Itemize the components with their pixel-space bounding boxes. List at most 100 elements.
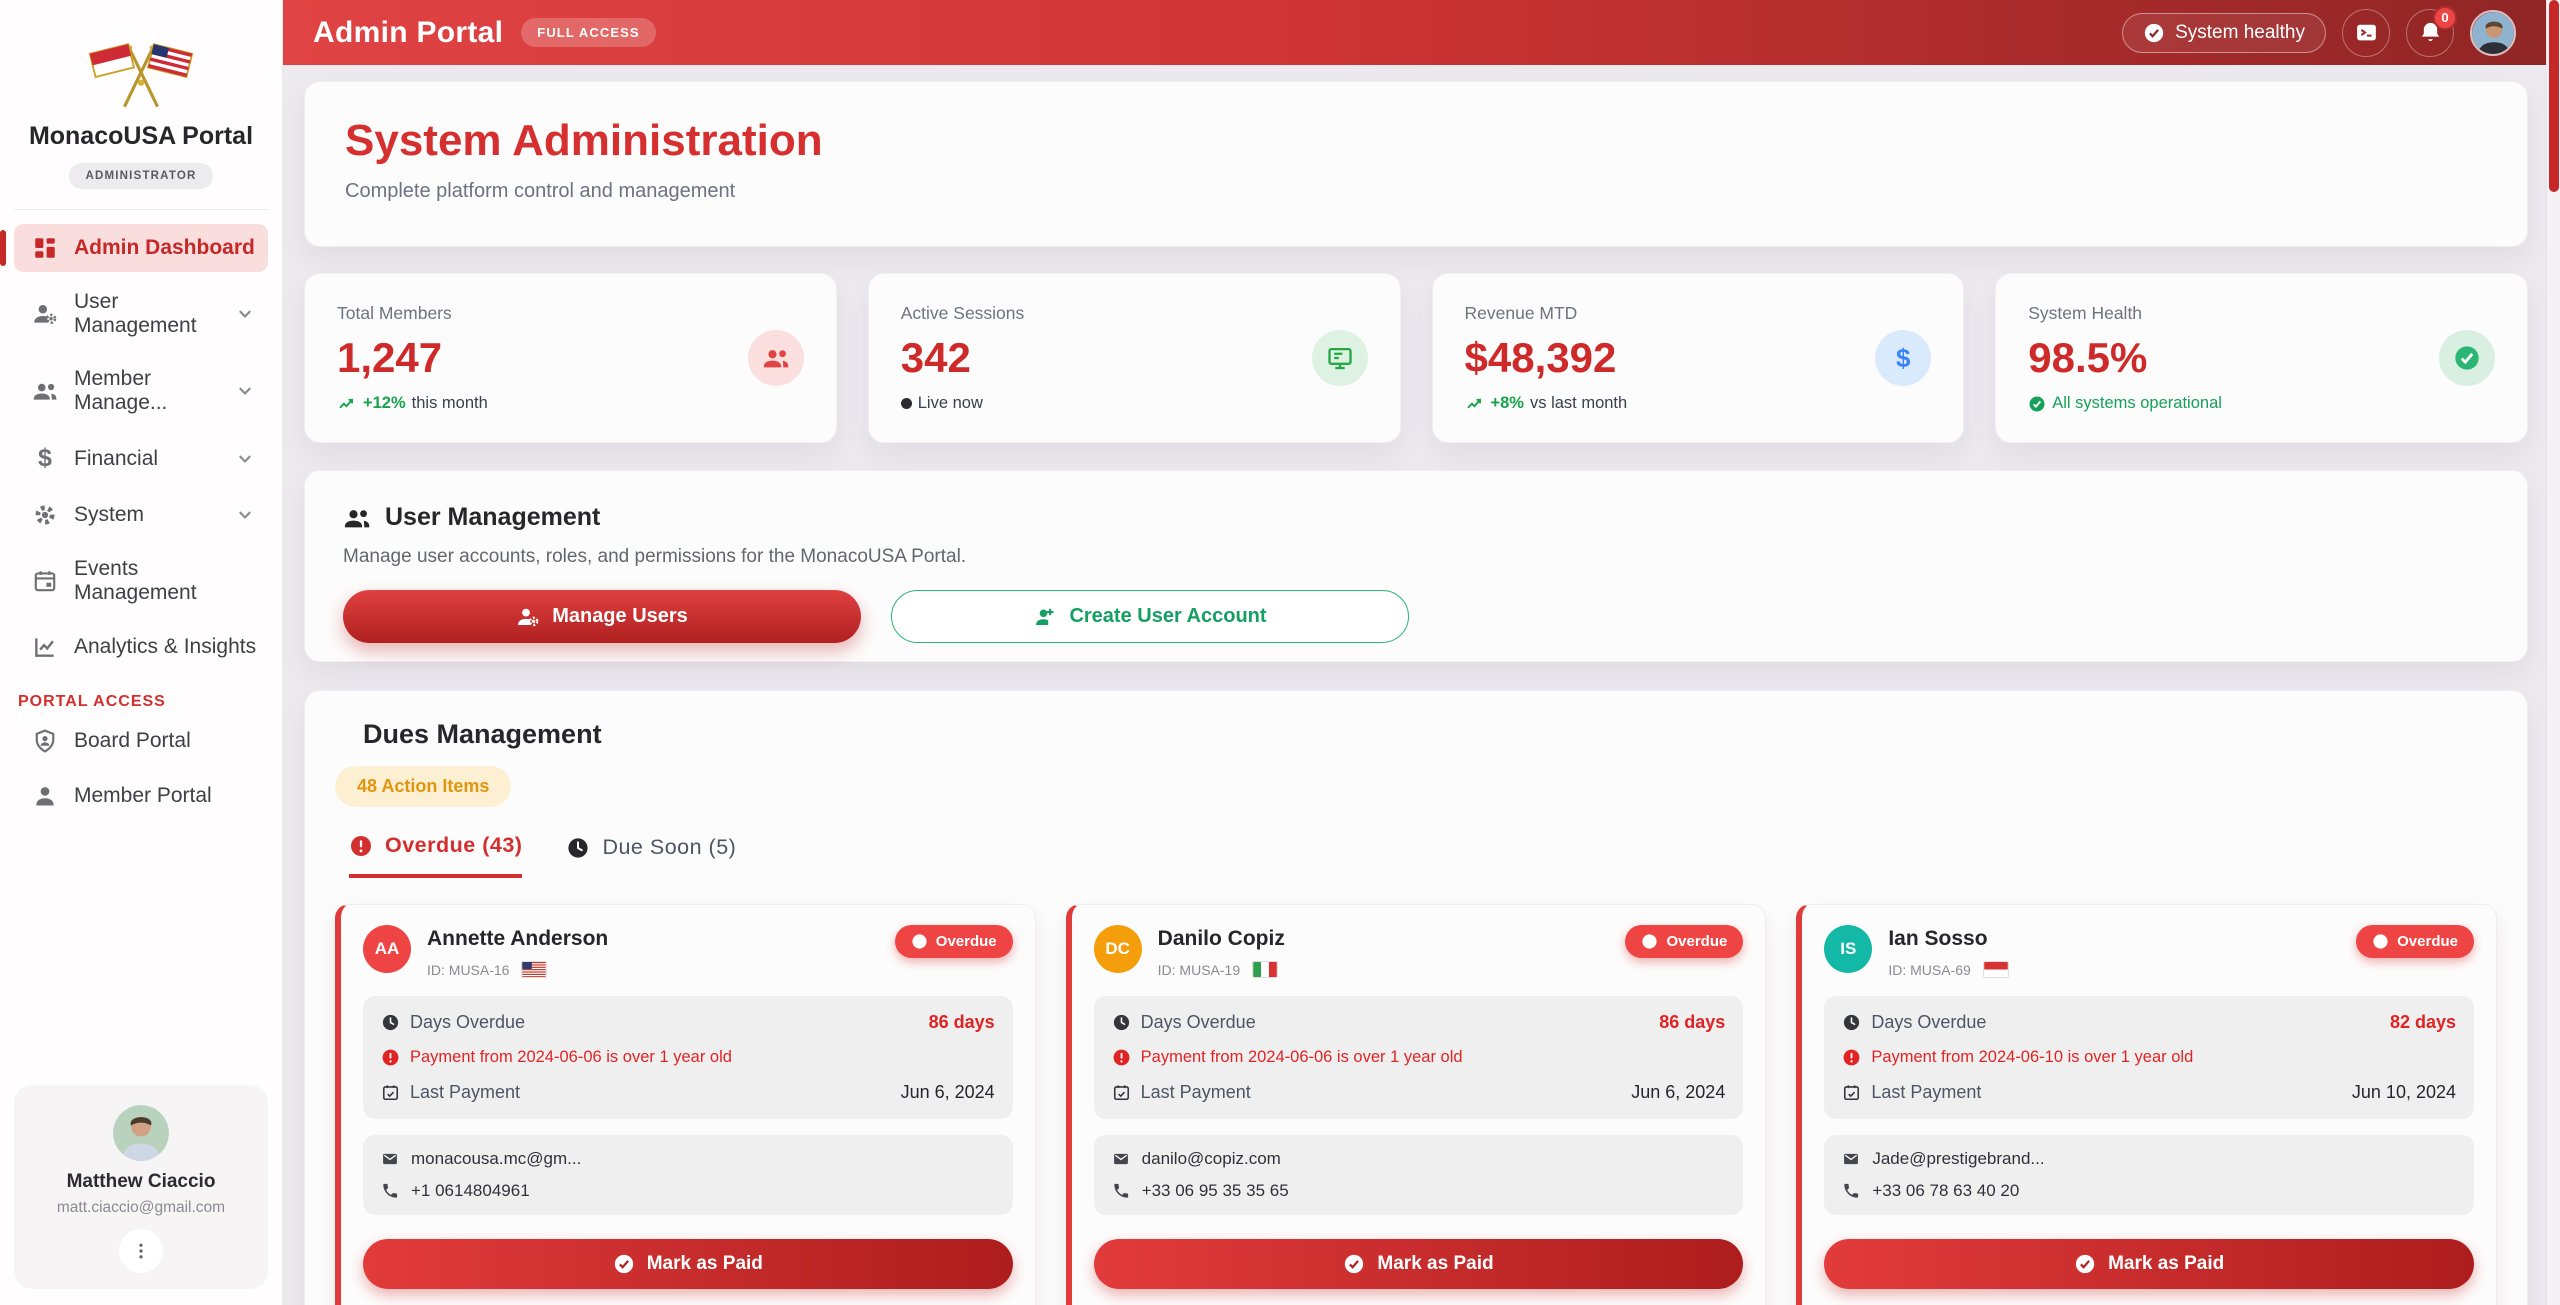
crossed-flags-logo-icon bbox=[85, 22, 197, 114]
badge-label: Overdue bbox=[936, 933, 997, 950]
sidebar-item-label: Member Manage... bbox=[74, 367, 216, 415]
button-label: Mark as Paid bbox=[2108, 1253, 2224, 1275]
tab-due-soon[interactable]: Due Soon (5) bbox=[566, 833, 736, 878]
us-flag-icon bbox=[521, 961, 547, 978]
sidebar-item-admin-dashboard[interactable]: Admin Dashboard bbox=[14, 224, 268, 272]
member-email: danilo@copiz.com bbox=[1142, 1149, 1281, 1169]
member-card: IS Ian Sosso ID: MUSA-69 Overdue bbox=[1796, 904, 2497, 1305]
system-status-label: System healthy bbox=[2175, 22, 2305, 44]
button-label: Create User Account bbox=[1069, 605, 1266, 628]
contact-box: Jade@prestigebrand... +33 06 78 63 40 20 bbox=[1824, 1135, 2474, 1215]
person-icon bbox=[32, 783, 58, 809]
member-id: ID: MUSA-19 bbox=[1158, 962, 1240, 978]
alert-circle-icon bbox=[381, 1048, 400, 1067]
sidebar-item-board-portal[interactable]: Board Portal bbox=[14, 717, 268, 765]
member-header: AA Annette Anderson ID: MUSA-16 Ove bbox=[363, 925, 1013, 978]
clock-icon bbox=[1112, 1013, 1131, 1032]
page-header-card: System Administration Complete platform … bbox=[304, 81, 2528, 247]
section-title: User Management bbox=[385, 503, 600, 532]
sidebar-item-events-management[interactable]: Events Management bbox=[14, 546, 268, 616]
sidebar-item-label: User Management bbox=[74, 290, 216, 338]
sidebar-item-user-management[interactable]: User Management bbox=[14, 279, 268, 349]
status-note: All systems operational bbox=[2052, 394, 2222, 413]
dollar-icon: $ bbox=[32, 444, 58, 473]
sidebar-item-financial[interactable]: $ Financial bbox=[14, 433, 268, 484]
terminal-button[interactable] bbox=[2342, 9, 2390, 57]
stat-trend: +8% vs last month bbox=[1465, 394, 1628, 414]
alert-circle-icon bbox=[349, 834, 373, 858]
check-circle-icon bbox=[1343, 1253, 1365, 1275]
button-label: Manage Users bbox=[552, 605, 688, 628]
stat-card-system-health: System Health 98.5% All systems operatio… bbox=[1995, 273, 2528, 443]
manage-users-button[interactable]: Manage Users bbox=[343, 590, 861, 643]
check-circle-icon bbox=[613, 1253, 635, 1275]
dues-tabs: Overdue (43) Due Soon (5) bbox=[335, 833, 2497, 878]
clock-icon bbox=[566, 836, 590, 860]
chevron-down-icon bbox=[232, 504, 258, 526]
check-circle-icon bbox=[2143, 22, 2165, 44]
tab-label: Due Soon (5) bbox=[602, 835, 736, 860]
trending-up-icon bbox=[1465, 394, 1485, 414]
italy-flag-icon bbox=[1252, 961, 1278, 978]
clock-icon bbox=[381, 1013, 400, 1032]
last-payment-value: Jun 10, 2024 bbox=[2352, 1082, 2456, 1103]
days-overdue-value: 82 days bbox=[2390, 1012, 2456, 1033]
user-options-button[interactable] bbox=[119, 1229, 163, 1273]
member-name: Danilo Copiz bbox=[1158, 927, 1285, 951]
mail-icon bbox=[1842, 1150, 1860, 1168]
topbar-title: Admin Portal bbox=[313, 16, 503, 50]
sidebar-user-card: Matthew Ciaccio matt.ciaccio@gmail.com bbox=[14, 1085, 268, 1289]
stats-row: Total Members 1,247 +12% this month bbox=[304, 273, 2528, 443]
clock-icon bbox=[1842, 1013, 1861, 1032]
days-overdue-value: 86 days bbox=[929, 1012, 995, 1033]
tab-overdue[interactable]: Overdue (43) bbox=[349, 833, 522, 878]
days-overdue-label: Days Overdue bbox=[1141, 1012, 1256, 1033]
last-payment-label: Last Payment bbox=[410, 1082, 520, 1103]
notifications-button[interactable]: 0 bbox=[2406, 9, 2454, 57]
content-scroll-area[interactable]: System Administration Complete platform … bbox=[283, 65, 2560, 1305]
sidebar-item-member-management[interactable]: Member Manage... bbox=[14, 356, 268, 426]
mark-as-paid-button[interactable]: Mark as Paid bbox=[1094, 1239, 1744, 1289]
live-dot-icon bbox=[901, 398, 912, 409]
users-icon bbox=[343, 504, 371, 532]
chevron-down-icon bbox=[232, 448, 258, 470]
main-area: Admin Portal FULL ACCESS System healthy bbox=[283, 0, 2560, 1305]
sidebar-item-label: Member Portal bbox=[74, 784, 212, 808]
system-status-pill[interactable]: System healthy bbox=[2122, 13, 2326, 53]
sidebar-item-system[interactable]: System bbox=[14, 491, 268, 539]
alert-circle-icon bbox=[911, 933, 928, 950]
shield-check-stat-icon bbox=[2439, 330, 2495, 386]
phone-icon bbox=[1112, 1182, 1130, 1200]
calendar-icon bbox=[32, 568, 58, 594]
scrollbar-thumb[interactable] bbox=[2549, 0, 2559, 192]
ellipsis-icon bbox=[131, 1241, 151, 1261]
user-avatar bbox=[113, 1105, 169, 1161]
sidebar-item-member-portal[interactable]: Member Portal bbox=[14, 772, 268, 820]
sidebar-item-analytics-insights[interactable]: Analytics & Insights bbox=[14, 623, 268, 671]
sidebar-item-label: Admin Dashboard bbox=[74, 236, 255, 260]
trend-note: vs last month bbox=[1530, 394, 1627, 413]
member-phone: +33 06 95 35 35 65 bbox=[1142, 1181, 1289, 1201]
overdue-status-badge: Overdue bbox=[2356, 925, 2474, 958]
members-icon bbox=[32, 378, 58, 404]
create-user-account-button[interactable]: Create User Account bbox=[891, 590, 1409, 643]
sessions-stat-icon bbox=[1312, 330, 1368, 386]
chevron-down-icon bbox=[232, 303, 258, 325]
stat-card-active-sessions: Active Sessions 342 Live now bbox=[868, 273, 1401, 443]
check-circle-icon bbox=[2074, 1253, 2096, 1275]
mark-as-paid-button[interactable]: Mark as Paid bbox=[1824, 1239, 2474, 1289]
alert-circle-icon bbox=[1842, 1048, 1861, 1067]
role-badge: ADMINISTRATOR bbox=[69, 163, 212, 189]
payment-info-box: Days Overdue 86 days Payment from 2024-0… bbox=[363, 996, 1013, 1119]
payment-info-box: Days Overdue 82 days Payment from 2024-0… bbox=[1824, 996, 2474, 1119]
stat-note: Live now bbox=[901, 394, 1025, 413]
tab-label: Overdue (43) bbox=[385, 833, 522, 858]
analytics-icon bbox=[32, 634, 58, 660]
terminal-icon bbox=[2354, 20, 2379, 45]
vertical-scrollbar[interactable] bbox=[2546, 0, 2560, 1305]
mark-as-paid-button[interactable]: Mark as Paid bbox=[363, 1239, 1013, 1289]
phone-icon bbox=[1842, 1182, 1860, 1200]
add-user-icon bbox=[1033, 605, 1057, 629]
profile-avatar[interactable] bbox=[2470, 10, 2516, 56]
stat-trend: +12% this month bbox=[337, 394, 488, 414]
